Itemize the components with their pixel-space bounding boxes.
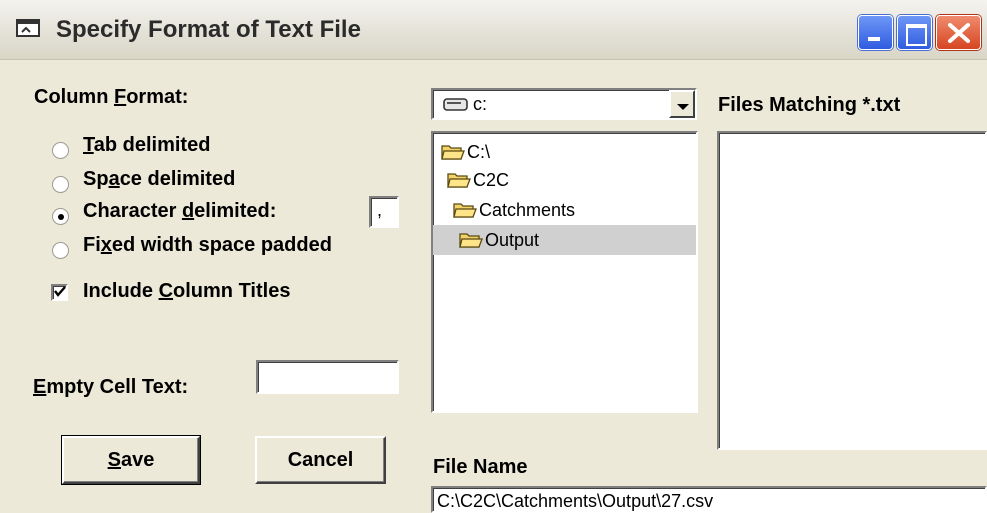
folder-item[interactable]: C2C bbox=[447, 165, 509, 195]
drive-value: c: bbox=[473, 94, 488, 114]
maximize-button[interactable] bbox=[897, 15, 932, 50]
dialog-window: Specify Format of Text File Column Forma… bbox=[0, 0, 987, 513]
app-window-icon bbox=[16, 19, 40, 37]
files-matching-label: Files Matching *.txt bbox=[718, 94, 901, 116]
checkmark-icon bbox=[54, 286, 66, 297]
drive-dropdown-arrow[interactable] bbox=[669, 90, 695, 118]
hard-drive-icon bbox=[443, 98, 468, 111]
drive-combo[interactable]: c: bbox=[431, 88, 697, 120]
open-folder-icon bbox=[453, 203, 477, 218]
space-delimited-label[interactable]: Space delimited bbox=[83, 168, 235, 191]
folder-list[interactable]: C:\ C2C Catchments Output bbox=[431, 131, 698, 413]
cancel-button[interactable]: Cancel bbox=[255, 436, 386, 484]
space-delimited-radio[interactable] bbox=[52, 176, 69, 193]
folder-item-selected[interactable]: Output bbox=[433, 225, 696, 255]
open-folder-icon bbox=[447, 173, 471, 188]
folder-item[interactable]: C:\ bbox=[441, 137, 490, 167]
tab-delimited-radio[interactable] bbox=[52, 142, 69, 159]
include-column-titles-checkbox[interactable] bbox=[51, 284, 68, 301]
file-name-label: File Name bbox=[433, 456, 528, 478]
window-title: Specify Format of Text File bbox=[56, 16, 361, 43]
save-button[interactable]: Save bbox=[61, 435, 201, 485]
fixed-width-radio[interactable] bbox=[52, 242, 69, 259]
minimize-button[interactable] bbox=[858, 15, 893, 50]
file-name-input[interactable]: C:\C2C\Catchments\Output\27.csv bbox=[431, 486, 987, 513]
save-label: ave bbox=[120, 448, 155, 471]
folder-name: C:\ bbox=[467, 141, 491, 162]
empty-cell-text-input[interactable] bbox=[256, 360, 399, 394]
open-folder-icon bbox=[441, 145, 465, 160]
folder-name: C2C bbox=[473, 169, 510, 190]
column-format-label: Column Format: bbox=[34, 86, 189, 108]
include-column-titles-label[interactable]: Include Column Titles bbox=[83, 280, 290, 303]
folder-item[interactable]: Catchments bbox=[453, 195, 575, 225]
close-button[interactable] bbox=[936, 15, 981, 50]
folder-name: Output bbox=[485, 229, 540, 250]
file-name-value: C:\C2C\Catchments\Output\27.csv bbox=[437, 491, 714, 511]
save-accel: S bbox=[107, 448, 121, 471]
files-list[interactable] bbox=[717, 131, 987, 450]
open-folder-icon bbox=[459, 233, 483, 248]
folder-name: Catchments bbox=[479, 199, 576, 220]
fixed-width-label[interactable]: Fixed width space padded bbox=[83, 234, 332, 257]
tab-delimited-label[interactable]: Tab delimited bbox=[83, 134, 210, 157]
character-delimited-radio[interactable] bbox=[52, 208, 69, 225]
close-icon bbox=[948, 23, 970, 43]
delimiter-character-input[interactable]: , bbox=[369, 196, 399, 228]
character-delimited-label[interactable]: Character delimited: bbox=[83, 200, 276, 223]
title-bar[interactable]: Specify Format of Text File bbox=[0, 0, 987, 60]
delimiter-character-value: , bbox=[377, 200, 383, 220]
empty-cell-text-label: Empty Cell Text: bbox=[33, 376, 189, 398]
